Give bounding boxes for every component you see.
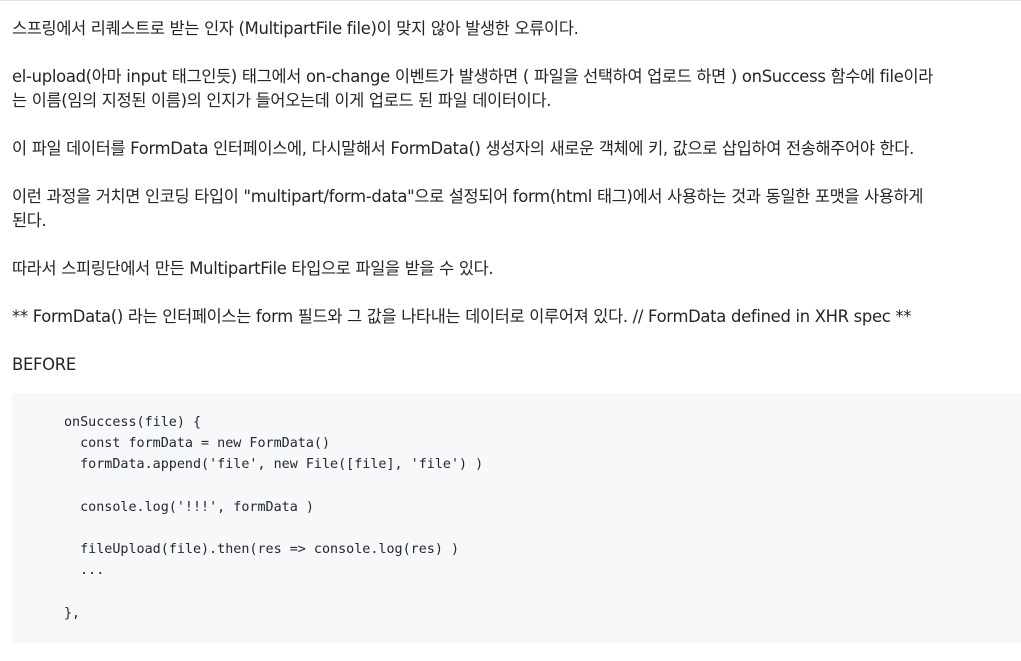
code-line: }, bbox=[64, 605, 81, 621]
paragraph-error-cause: 스프링에서 리퀘스트로 받는 인자 (MultipartFile file)이 … bbox=[12, 17, 1021, 41]
code-line: fileUpload(file).then(res => console.log… bbox=[64, 542, 460, 558]
paragraph-line: 이런 과정을 거치면 인코딩 타입이 "multipart/form-data"… bbox=[12, 187, 924, 206]
code-block[interactable]: onSuccess(file) { const formData = new F… bbox=[12, 393, 1021, 643]
paragraph-formdata-insert: 이 파일 데이터를 FormData 인터페이스에, 다시말해서 FormDat… bbox=[12, 137, 1021, 161]
top-divider bbox=[0, 0, 1021, 1]
paragraph-el-upload: el-upload(아마 input 태그인듯) 태그에서 on-change … bbox=[12, 65, 1021, 113]
paragraph-line: el-upload(아마 input 태그인듯) 태그에서 on-change … bbox=[12, 67, 934, 86]
paragraph-encoding-type: 이런 과정을 거치면 인코딩 타입이 "multipart/form-data"… bbox=[12, 185, 1021, 233]
paragraph-line: 이 파일 데이터를 FormData 인터페이스에, 다시말해서 FormDat… bbox=[12, 139, 915, 158]
paragraph-line: 따라서 스피링단에서 만든 MultipartFile 타입으로 파일을 받을 … bbox=[12, 259, 494, 278]
code-line: formData.append('file', new File([file],… bbox=[64, 457, 484, 473]
code-line: onSuccess(file) { bbox=[64, 415, 202, 430]
code-line: ... bbox=[64, 563, 105, 579]
paragraph-line: 는 이름(임의 지정된 이름)의 인지가 들어오는데 이게 업로드 된 파일 데… bbox=[12, 91, 552, 110]
paragraph-formdata-note: ** FormData() 라는 인터페이스는 form 필드와 그 값을 나타… bbox=[12, 305, 1021, 329]
article-body: 스프링에서 리퀘스트로 받는 인자 (MultipartFile file)이 … bbox=[12, 17, 1021, 399]
paragraph-line: 된다. bbox=[12, 211, 47, 230]
paragraph-spring-receive: 따라서 스피링단에서 만든 MultipartFile 타입으로 파일을 받을 … bbox=[12, 257, 1021, 281]
paragraph-line: ** FormData() 라는 인터페이스는 form 필드와 그 값을 나타… bbox=[12, 307, 912, 326]
code-line: const formData = new FormData() bbox=[64, 436, 331, 452]
paragraph-line: 스프링에서 리퀘스트로 받는 인자 (MultipartFile file)이 … bbox=[12, 19, 579, 38]
code-line: console.log('!!!', formData ) bbox=[64, 499, 314, 515]
before-label: BEFORE bbox=[12, 355, 76, 374]
